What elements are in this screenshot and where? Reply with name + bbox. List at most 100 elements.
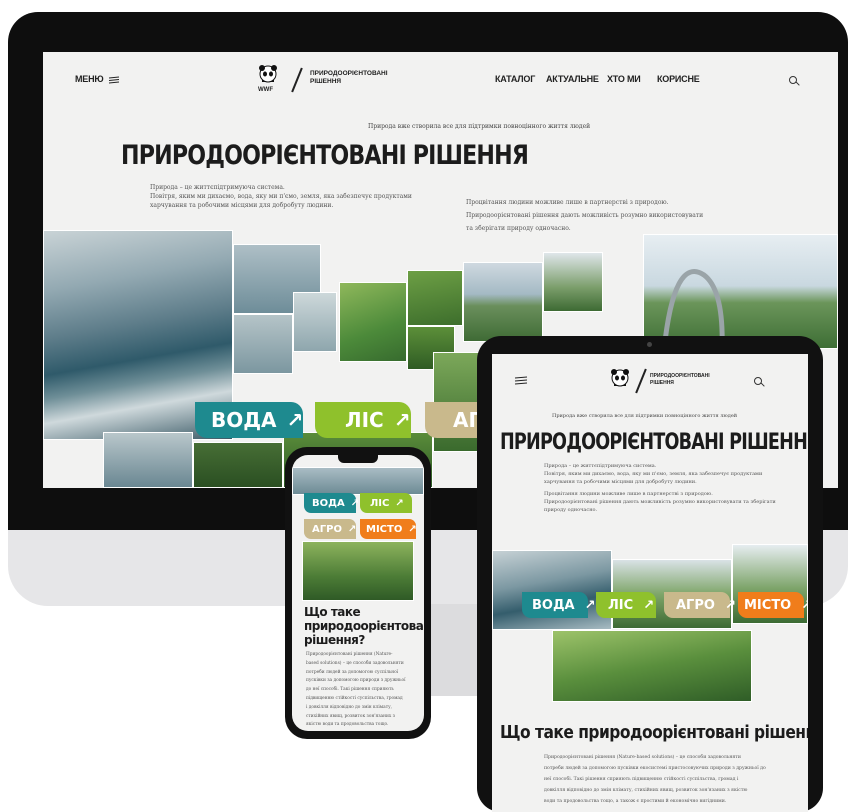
wwf-logo[interactable]: WWF ПРИРОДООРІЄНТОВАНІ РІШЕННЯ: [258, 64, 398, 98]
water-photo-5: [103, 432, 193, 488]
field-photo-2: [407, 270, 463, 326]
tablet-intro-1: Природа – це життєпідтримуюча система.: [544, 463, 657, 469]
forest-photo-2: [543, 252, 603, 312]
arrow-up-right-icon: ↗: [643, 597, 655, 613]
menu-button[interactable]: МЕНЮ: [75, 74, 120, 94]
phone-category-water-button[interactable]: ВОДА ↗: [304, 493, 360, 513]
arrow-up-right-icon: ↗: [724, 597, 736, 613]
phone-heading-line2: природоорієнтовані: [304, 619, 424, 633]
phone-text-line: підвищенню стійкості суспільства, громад: [306, 695, 403, 701]
tablet-section-text: Природоорієнтовані рішення (Nature-based…: [544, 752, 766, 807]
panda-logo-icon: [259, 65, 277, 83]
menu-lines-icon[interactable]: [514, 376, 528, 386]
tablet-water-photo: [492, 550, 612, 630]
phone-category-agro-button[interactable]: АГРО ↗: [304, 519, 356, 539]
phone-category-city-button[interactable]: МІСТО ↗: [360, 519, 417, 539]
category-agro-button[interactable]: АГР: [425, 402, 496, 438]
arrow-up-right-icon: ↗: [350, 497, 360, 509]
search-icon[interactable]: [789, 76, 797, 84]
tablet-text-line: потреби людей за допомогою пусківки екос…: [544, 766, 766, 771]
tablet-text-line: неї способі. Такі рішення сприяють підви…: [544, 777, 739, 782]
tablet-text-line: довкілля відповідно до змін клімату, сти…: [544, 788, 748, 793]
tablet-category-agro-button[interactable]: АГРО ↗: [664, 592, 736, 618]
wwf-wordmark: WWF: [258, 87, 273, 93]
arrow-up-right-icon: ↗: [347, 523, 357, 535]
tablet-category-water-label: ВОДА: [532, 597, 575, 613]
nav-about[interactable]: ХТО МИ: [607, 74, 641, 94]
tablet-wwf-logo[interactable]: ПРИРОДООРІЄНТОВАНІ РІШЕННЯ: [610, 366, 710, 398]
logo-title-line1: ПРИРОДООРІЄНТОВАНІ: [310, 70, 388, 77]
phone-text-line: якістю води та продовольства тощо.: [306, 722, 389, 728]
tablet-screen: ПРИРОДООРІЄНТОВАНІ РІШЕННЯ Природа вже с…: [492, 354, 808, 812]
phone-section-text: Природоорієнтовані рішення (Nature- base…: [306, 651, 405, 730]
arrow-up-right-icon: ↗: [801, 597, 808, 613]
tablet-category-forest-button[interactable]: ЛІС ↗: [596, 592, 656, 618]
phone-category-forest-button[interactable]: ЛІС ↗: [360, 493, 412, 513]
tagline: Природа вже створила все для підтримки п…: [368, 123, 591, 130]
phone-category-agro-label: АГРО: [312, 523, 342, 535]
tablet-device: ПРИРОДООРІЄНТОВАНІ РІШЕННЯ Природа вже с…: [477, 336, 823, 812]
tablet-field-photo: [552, 630, 752, 702]
tablet-intro-4: Процвітання людини можливе лише в партне…: [544, 491, 713, 497]
tablet-camera: [647, 342, 652, 347]
tablet-section-heading: Що таке природоорієнтовані рішення?: [500, 722, 808, 743]
phone-text-line: потреби людей за допомогою суспільної: [306, 669, 399, 675]
tablet-category-water-button[interactable]: ВОДА ↗: [522, 592, 596, 618]
menu-lines-icon: [108, 76, 119, 84]
water-photo-4: [293, 292, 337, 352]
phone-text-line: пусківки за допомогою природи з дружньої: [306, 678, 406, 684]
phone-section-heading: Що таке природоорієнтовані рішення?: [304, 605, 424, 647]
phone-text-line: і довкілля відповідно до змін клімату,: [306, 704, 392, 710]
forest-photo: [463, 262, 543, 342]
nav-catalog[interactable]: КАТАЛОГ: [495, 74, 535, 94]
logo-divider: [635, 368, 647, 394]
phone-text-line: стихійних явищ, розвиток зон'язаних з: [306, 713, 395, 719]
intro-left-3: харчування та робочими місцями для добро…: [150, 202, 334, 209]
intro-left-1: Природа – це життєпідтримуюча система.: [150, 184, 285, 191]
phone-photo-2: [302, 541, 414, 601]
phone-notch: [338, 455, 378, 463]
arrow-up-right-icon: ↗: [286, 408, 304, 432]
phone-device: ВОДА ↗ ЛІС ↗ АГРО ↗ МІСТО ↗ Що таке прир…: [285, 447, 431, 739]
tablet-tagline: Природа вже створила все для підтримки п…: [552, 413, 738, 419]
intro-right-2: Природоорієнтовані рішення дають можливі…: [466, 212, 704, 219]
tablet-logo-title-line1: ПРИРОДООРІЄНТОВАНІ: [650, 373, 710, 379]
forest-photo-3: [193, 442, 283, 488]
category-forest-button[interactable]: ЛІС ↗: [315, 402, 411, 438]
logo-divider: [291, 67, 303, 93]
category-water-label: ВОДА: [211, 408, 277, 432]
tablet-logo-title-line2: РІШЕННЯ: [650, 380, 674, 386]
tablet-category-agro-label: АГРО: [676, 597, 715, 613]
phone-heading-line1: Що таке: [304, 605, 361, 619]
arrow-up-right-icon: ↗: [408, 523, 417, 535]
arch-drawing: [661, 269, 725, 351]
arrow-up-right-icon: ↗: [393, 408, 411, 432]
water-photo-3: [233, 314, 293, 374]
phone-text-line: based solutions) – це способи задовольня…: [306, 660, 404, 666]
menu-label: МЕНЮ: [75, 74, 104, 84]
phone-category-water-label: ВОДА: [312, 497, 345, 509]
tablet-category-city-label: МІСТО: [744, 597, 792, 613]
tablet-intro-2: Повітря, яким ми дихаємо, вода, яку ми п…: [544, 471, 763, 477]
category-water-button[interactable]: ВОДА ↗: [195, 402, 303, 438]
tablet-intro-5: Природоорієнтовані рішення дають можливі…: [544, 499, 776, 505]
phone-category-city-label: МІСТО: [366, 523, 403, 535]
intro-right-1: Процвітання людини можливе лише в партне…: [466, 199, 669, 206]
nav-useful[interactable]: КОРИСНЕ: [657, 74, 700, 94]
field-photo: [339, 282, 407, 362]
tablet-text-line: води та продовольства тощо, а також є пр…: [544, 799, 727, 804]
tablet-text-line: Природоорієнтовані рішення (Nature-based…: [544, 755, 741, 760]
nav-news[interactable]: АКТУАЛЬНЕ: [546, 74, 599, 94]
search-icon[interactable]: [754, 377, 762, 385]
tablet-category-city-button[interactable]: МІСТО ↗: [738, 592, 808, 618]
phone-category-forest-label: ЛІС: [370, 497, 390, 509]
arrow-up-right-icon: ↗: [395, 497, 404, 509]
intro-left-2: Повітря, яким ми дихаємо, вода, яку ми п…: [150, 193, 412, 200]
tablet-intro-3: харчування та робочими місцями для добро…: [544, 479, 697, 485]
phone-photo-1: [292, 467, 424, 495]
phone-text-line: Природоорієнтовані рішення (Nature-: [306, 652, 393, 657]
category-forest-label: ЛІС: [345, 408, 384, 432]
phone-heading-line3: рішення?: [304, 633, 365, 647]
tablet-intro-6: природу одночасно.: [544, 507, 598, 513]
phone-text-line: до неї способі. Такі рішення сприяють: [306, 687, 394, 693]
